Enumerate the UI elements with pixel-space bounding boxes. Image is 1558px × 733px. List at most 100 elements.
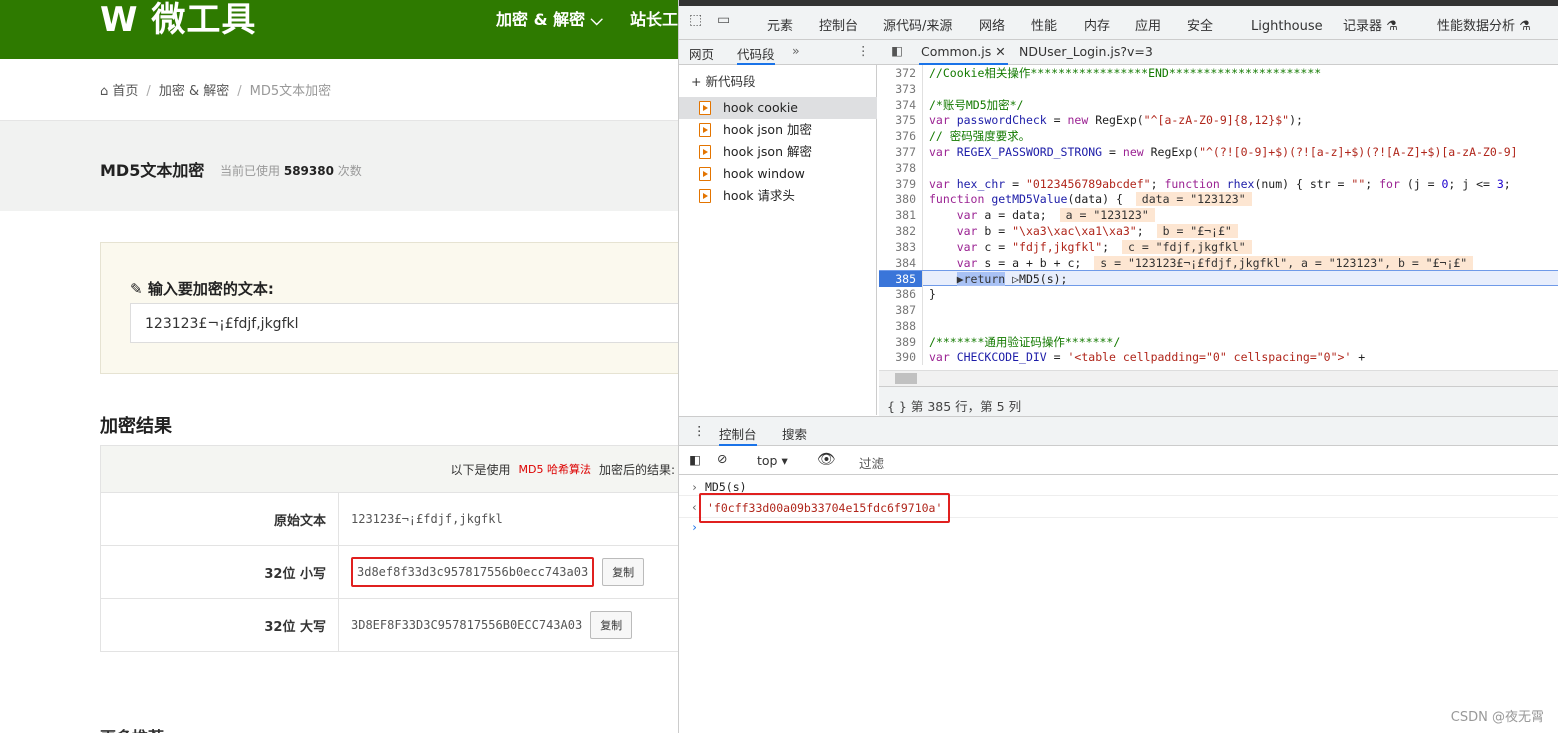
sidebar-toggle-icon[interactable]: ◧ (689, 452, 701, 467)
inline-value: c = "fdjf,jkgfkl" (1121, 239, 1252, 254)
code-line[interactable]: 373 (879, 80, 1558, 97)
more-options-icon[interactable]: ⋮ (857, 43, 870, 58)
device-toolbar-icon[interactable]: ▭ (717, 12, 730, 28)
code-line[interactable]: 389/*******通用验证码操作*******/ (879, 333, 1558, 350)
inline-value: b = "£¬¡£" (1156, 224, 1238, 238)
console-result-line: ‹'f0cff33d00a09b33704e15fdc6f9710a' (679, 493, 1558, 523)
input-label: ✎ 输入要加密的文本: (130, 280, 274, 298)
console-prompt[interactable]: › (691, 520, 698, 534)
line-number: 381 (879, 207, 923, 224)
line-number: 384 (879, 254, 923, 271)
md5-lowercase-value: 3d8ef8f33d3c957817556b0ecc743a03 (351, 557, 595, 587)
line-number: 385 (879, 271, 923, 288)
code-line[interactable]: 377 var REGEX_PASSWORD_STRONG = new RegEx… (879, 144, 1558, 160)
code-line[interactable]: 379 var hex_chr = "0123456789abcdef"; fun… (879, 175, 1558, 192)
code-line[interactable]: 384 var s = a + b + c; s = "123123£¬¡£fd… (879, 254, 1558, 271)
code-line[interactable]: 381 var a = data; a = "123123" (879, 207, 1558, 224)
md5-uppercase-value: 3D8EF8F33D3C957817556B0ECC743A03 (351, 618, 583, 632)
pretty-print-icon[interactable]: { } (887, 399, 907, 414)
home-icon: ⌂ (100, 84, 109, 99)
file-tab-common-js[interactable]: Common.js ✕ (919, 44, 1008, 65)
line-number: 390 (879, 349, 923, 366)
editor-status-bar: { } 第 385 行，第 5 列 (879, 386, 1558, 416)
usage-counter: 当前已使用 589380 次数 (220, 164, 362, 178)
context-selector[interactable]: top ▾ (757, 453, 788, 468)
eye-icon[interactable]: 👁 (817, 450, 836, 468)
breadcrumb-home[interactable]: 首页 (112, 84, 138, 99)
line-number: 380 (879, 191, 923, 208)
code-editor[interactable]: 372//Cookie相关操作*****************END*****… (879, 65, 1558, 370)
tab-snippets[interactable]: 代码段 (737, 44, 775, 65)
file-icon (699, 189, 711, 203)
copy-button[interactable]: 复制 (590, 611, 633, 639)
line-number: 389 (879, 333, 923, 350)
table-row: 原始文本 123123£¬¡£fdjf,jkgfkl (101, 492, 678, 545)
file-icon (699, 145, 711, 159)
text-input[interactable]: 123123£¬¡£fdjf,jkgfkl (130, 303, 678, 343)
devtools-panel: ⬚ ▭ 元素 控制台 源代码/来源 网络 性能 内存 应用 安全 Lighthouse 记录器 ⚗… (678, 0, 1558, 733)
line-number: 387 (879, 302, 923, 318)
line-number: 378 (879, 159, 923, 176)
inspect-icon[interactable]: ⬚ (689, 12, 702, 28)
snippet-item[interactable]: hook 请求头 (679, 185, 877, 207)
line-number: 383 (879, 238, 923, 255)
clear-console-icon[interactable]: ⊘ (717, 451, 727, 466)
tab-page[interactable]: 网页 (689, 44, 714, 63)
code-line[interactable]: 383 var c = "fdjf,jkgfkl"; c = "fdjf,jkg… (879, 238, 1558, 255)
inline-value: a = "123123" (1059, 208, 1155, 223)
line-number: 373 (879, 80, 923, 97)
site-header: W 微工具 加密 & 解密 ⌵ 站长工 (0, 0, 678, 59)
line-number: 376 (879, 128, 923, 145)
snippet-item[interactable]: hook json 加密 (679, 119, 877, 141)
line-number: 374 (879, 96, 923, 113)
filter-input[interactable]: 过滤 (859, 453, 884, 472)
file-icon (699, 123, 711, 137)
code-line[interactable]: 378 (879, 159, 1558, 176)
nav-webmaster-tools[interactable]: 站长工 (630, 6, 678, 30)
file-icon (699, 101, 711, 115)
drawer-menu-icon[interactable]: ⋮ (693, 423, 706, 438)
site-logo[interactable]: W 微工具 (100, 0, 256, 41)
code-line[interactable]: 380 function getMD5Value(data) { data = "… (879, 191, 1558, 208)
result-table: 以下是使用 MD5 哈希算法 加密后的结果: 原始文本 123123£¬¡£fdjf,… (100, 445, 678, 652)
line-number: 379 (879, 175, 923, 192)
code-line[interactable]: 388 (879, 317, 1558, 334)
copy-button[interactable]: 复制 (602, 558, 645, 586)
line-number: 386 (879, 286, 923, 303)
code-line[interactable]: 386} (879, 286, 1558, 303)
line-number: 388 (879, 317, 923, 334)
toggle-navigator-icon[interactable]: ◧ (891, 43, 903, 58)
breadcrumb: ⌂ 首页 / 加密 & 解密 / MD5文本加密 (100, 84, 332, 99)
code-line[interactable]: 375 var passwordCheck = new RegExp("^[a-z… (879, 112, 1558, 129)
table-row: 32位 大写 3D8EF8F33D3C957817556B0ECC743A03 复制 (101, 598, 678, 651)
snippet-item[interactable]: hook json 解密 (679, 141, 877, 163)
drawer-tab-search[interactable]: 搜索 (782, 424, 807, 443)
code-line[interactable]: 390 var CHECKCODE_DIV = '<table cellpaddi… (879, 349, 1558, 366)
breadcrumb-section[interactable]: 加密 & 解密 (159, 84, 229, 99)
drawer-tab-console[interactable]: 控制台 (719, 424, 757, 446)
horizontal-scrollbar[interactable] (879, 370, 1558, 386)
result-header: 以下是使用 MD5 哈希算法 加密后的结果: (101, 446, 678, 492)
code-line[interactable]: 376// 密码强度要求。 (879, 128, 1558, 145)
new-snippet-button[interactable]: + 新代码段 (691, 71, 755, 90)
md5-result-value: 'f0cff33d00a09b33704e15fdc6f9710a' (699, 493, 951, 523)
inline-value: s = "123123£¬¡£fdjf,jkgfkl", a = "123123… (1094, 255, 1474, 270)
sources-subbar: 网页 代码段 » ⋮ ◧ Common.js ✕ NDUser_Login.js… (679, 40, 1558, 65)
table-row: 32位 小写 3d8ef8f33d3c957817556b0ecc743a03 复制 (101, 545, 678, 598)
snippet-item[interactable]: hook window (679, 163, 877, 185)
code-line[interactable]: 385 ▶return ▷MD5(s); (879, 270, 1558, 288)
line-number: 377 (879, 144, 923, 160)
snippet-item[interactable]: hook cookie (679, 97, 877, 119)
more-tabs-icon[interactable]: » (792, 43, 800, 58)
code-line[interactable]: 372//Cookie相关操作*****************END*****… (879, 65, 1558, 81)
line-number: 372 (879, 65, 923, 81)
line-number: 382 (879, 223, 923, 239)
code-line[interactable]: 387 (879, 302, 1558, 318)
breadcrumb-current: MD5文本加密 (249, 84, 332, 99)
more-section-title: 更多推荐 (100, 724, 164, 733)
code-line[interactable]: 382 var b = "\xa3\xac\xa1\xa3"; b = "£¬¡… (879, 223, 1558, 239)
file-icon (699, 167, 711, 181)
nav-encrypt-decrypt[interactable]: 加密 & 解密 ⌵ (496, 6, 603, 30)
file-tab-nduser-login[interactable]: NDUser_Login.js?v=3 (1019, 44, 1153, 59)
code-line[interactable]: 374/*账号MD5加密*/ (879, 96, 1558, 113)
